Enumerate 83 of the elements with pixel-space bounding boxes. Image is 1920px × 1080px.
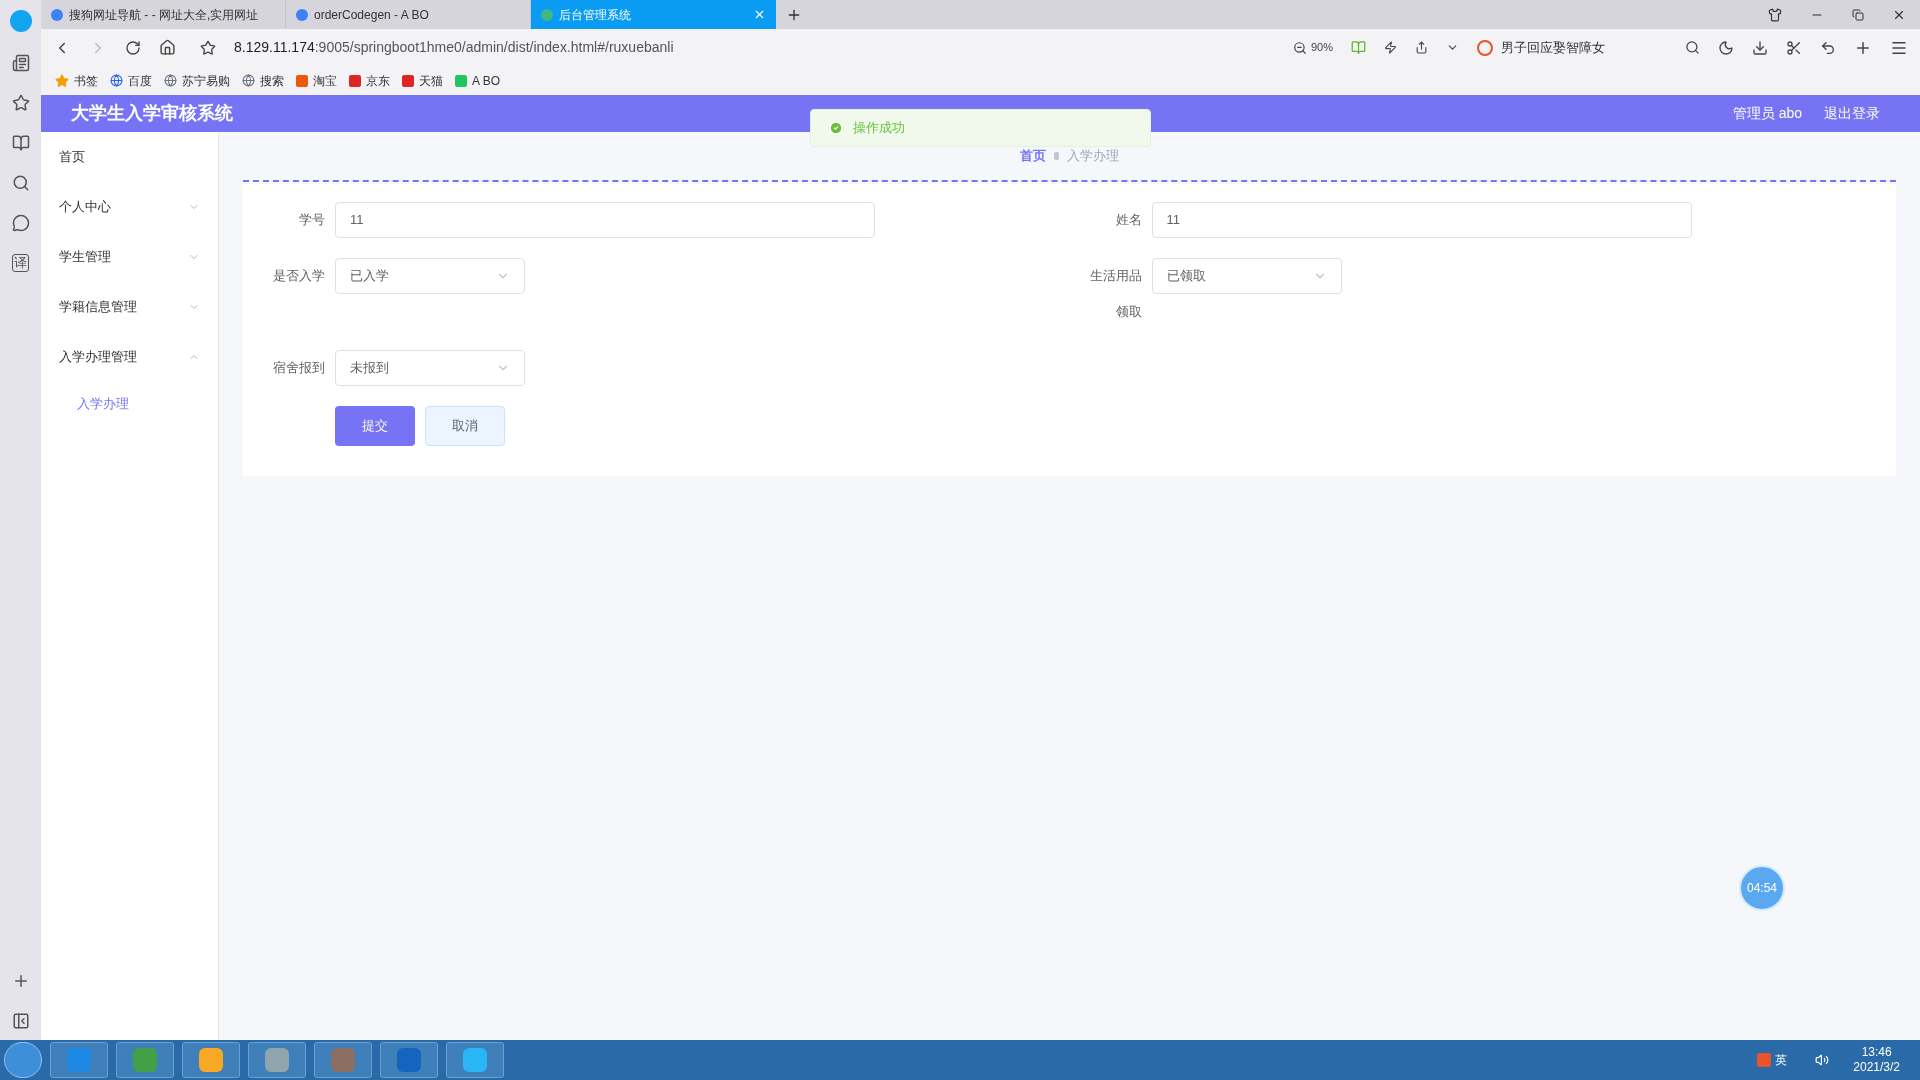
scissors-icon[interactable] <box>1786 39 1802 56</box>
translate-button[interactable]: 译 <box>12 254 29 272</box>
undo-icon[interactable] <box>1820 39 1836 56</box>
address-field[interactable]: 8.129.11.174:9005/springboot1hme0/admin/dist/index.html#/ruxuebanli <box>234 37 1275 58</box>
lightning-icon[interactable] <box>1384 41 1397 54</box>
bookmark-star-icon[interactable] <box>200 39 216 56</box>
user-name: 管理员 abo <box>1732 104 1802 123</box>
bookmark-label: 京东 <box>366 72 390 90</box>
text-field[interactable]: 11 <box>335 202 875 238</box>
app-icon <box>331 1048 355 1072</box>
favicon-icon <box>51 8 63 21</box>
share-icon[interactable] <box>1415 41 1428 54</box>
book-icon[interactable] <box>11 134 30 152</box>
zoom-level[interactable]: 90% <box>1310 39 1333 56</box>
app-icon <box>67 1048 91 1072</box>
field-label: 学号 <box>298 211 325 229</box>
favicon-icon <box>296 8 308 21</box>
volume-icon[interactable] <box>1815 1053 1830 1067</box>
bookmark-label: 书签 <box>74 72 98 90</box>
night-mode-icon[interactable] <box>1718 39 1734 56</box>
reload-icon[interactable] <box>125 39 141 56</box>
news-icon[interactable] <box>11 54 30 72</box>
chat-icon[interactable] <box>11 214 30 232</box>
breadcrumb-separator-icon <box>1054 152 1059 160</box>
app-icon <box>265 1048 289 1072</box>
field-label: 是否入学 <box>272 267 325 285</box>
search-field[interactable]: 男子回应娶智障女 <box>1501 37 1605 58</box>
sidebar-item[interactable]: 学生管理 <box>41 232 218 282</box>
success-toast: 操作成功 <box>810 109 1151 147</box>
bookmark-label: 搜索 <box>260 72 284 90</box>
field-label: 宿舍报到 <box>272 359 325 377</box>
star-icon <box>55 73 69 88</box>
download-icon[interactable] <box>1752 39 1768 56</box>
text-field[interactable]: 11 <box>1151 202 1692 238</box>
ime-label: 英 <box>1775 1052 1788 1069</box>
select-field[interactable]: 已领取 <box>1151 258 1342 294</box>
search-engine-icon[interactable] <box>1477 39 1493 56</box>
close-icon[interactable] <box>753 8 766 21</box>
bookmark-label: 百度 <box>128 72 152 90</box>
sidebar-item[interactable]: 入学办理管理 <box>41 332 218 382</box>
cancel-button[interactable]: 取消 <box>425 406 505 446</box>
app-icon <box>397 1048 421 1072</box>
select-field[interactable]: 已入学 <box>335 258 525 294</box>
bookmark-label: A BO <box>472 72 500 90</box>
submit-button[interactable]: 提交 <box>335 406 415 446</box>
sidebar-item[interactable]: 个人中心 <box>41 182 218 232</box>
sidebar-item[interactable]: 学籍信息管理 <box>41 282 218 332</box>
favicon-icon <box>296 74 308 87</box>
sidebar-item[interactable]: 首页 <box>41 132 218 182</box>
field-label: 生活用品领取 <box>1088 267 1142 321</box>
ime-logo-icon <box>1757 1053 1772 1067</box>
check-icon <box>829 121 843 135</box>
globe-icon <box>164 74 177 87</box>
breadcrumb-item[interactable]: 首页 <box>1020 146 1046 166</box>
globe-icon <box>242 74 255 87</box>
bookmark-label: 苏宁易购 <box>182 72 230 90</box>
app-icon <box>199 1048 223 1072</box>
favicon-icon <box>455 74 467 87</box>
app-icon <box>463 1048 487 1072</box>
star-icon[interactable] <box>11 94 30 112</box>
zoom-out-icon[interactable] <box>1292 40 1307 55</box>
breadcrumb-item: 入学办理 <box>1067 147 1119 166</box>
app-icon <box>133 1048 157 1072</box>
new-tab-icon[interactable] <box>786 7 802 23</box>
collapse-icon[interactable] <box>11 1012 30 1030</box>
start-button[interactable] <box>4 1042 42 1078</box>
app-title: 大学生入学审核系统 <box>71 102 234 125</box>
favicon-icon <box>402 74 414 87</box>
globe-icon <box>110 74 123 87</box>
skin-icon[interactable] <box>1768 7 1782 22</box>
clock[interactable]: 13:46 2021/3/2 <box>1837 1045 1916 1075</box>
bookmark-label: 天猫 <box>419 72 443 90</box>
field-label: 姓名 <box>1114 211 1142 229</box>
search-icon[interactable] <box>11 174 30 192</box>
select-field[interactable]: 未报到 <box>335 350 525 386</box>
home-icon[interactable] <box>159 39 176 56</box>
search-icon[interactable] <box>1685 40 1700 55</box>
restore-icon[interactable] <box>1852 8 1864 21</box>
favicon-icon <box>349 74 361 87</box>
logout-link[interactable]: 退出登录 <box>1824 103 1880 124</box>
favicon-icon <box>541 8 553 21</box>
sidebar-subitem[interactable]: 入学办理 <box>41 382 218 426</box>
bookmark-label: 淘宝 <box>313 72 337 90</box>
